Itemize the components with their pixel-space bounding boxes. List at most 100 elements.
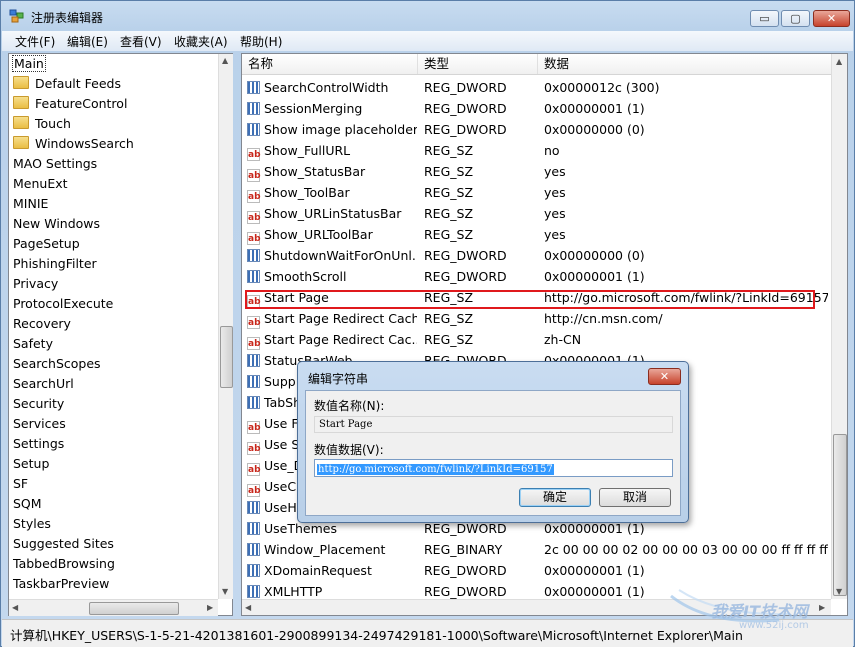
value-name: UseThemes bbox=[264, 521, 337, 536]
tree-item[interactable]: New Windows bbox=[13, 214, 100, 234]
table-row[interactable]: Show image placeholders REG_DWORD 0x000000… bbox=[242, 119, 832, 140]
table-row[interactable]: ab Show_URLToolBar REG_SZ yes bbox=[242, 224, 832, 245]
minimize-button[interactable]: ▭ bbox=[750, 10, 779, 27]
tree-item[interactable]: SF bbox=[13, 474, 28, 494]
dialog-close-button[interactable]: ✕ bbox=[648, 368, 681, 385]
list-vertical-scroll-thumb[interactable] bbox=[833, 434, 847, 596]
scroll-down-arrow-icon[interactable]: ▼ bbox=[222, 587, 228, 596]
tree-item[interactable]: Services bbox=[13, 414, 66, 434]
table-row[interactable]: ab Show_ToolBar REG_SZ yes bbox=[242, 182, 832, 203]
table-row[interactable]: SessionMerging REG_DWORD 0x00000001 (1) bbox=[242, 98, 832, 119]
scroll-left-arrow-icon[interactable]: ◀ bbox=[12, 603, 18, 612]
title-bar[interactable]: 注册表编辑器 ▭ ▢ ✕ bbox=[1, 1, 854, 31]
tree-item[interactable]: WindowsSearch bbox=[13, 134, 134, 154]
tree-item[interactable]: Touch bbox=[13, 114, 71, 134]
tree-item-label: New Windows bbox=[13, 216, 101, 231]
tree-item[interactable]: Setup bbox=[13, 454, 49, 474]
values-list-pane[interactable]: 名称 类型 数据 SearchControlWidth REG_DWORD 0x00… bbox=[241, 53, 848, 616]
regedit-app-icon bbox=[9, 9, 24, 23]
tree-item[interactable]: SearchScopes bbox=[13, 354, 101, 374]
dialog-body: 数值名称(N): Start Page 数值数据(V): http://go.m… bbox=[305, 390, 681, 516]
tree-item[interactable]: PhishingFilter bbox=[13, 254, 97, 274]
column-header-type[interactable]: 类型 bbox=[418, 54, 538, 74]
regedit-window: 注册表编辑器 ▭ ▢ ✕ 文件(F) 编辑(E) 查看(V) 收藏夹(A) 帮助… bbox=[0, 0, 855, 647]
maximize-button[interactable]: ▢ bbox=[781, 10, 810, 27]
tree-item[interactable]: Main bbox=[12, 54, 46, 74]
folder-icon bbox=[13, 76, 29, 89]
tree-item[interactable]: PageSetup bbox=[13, 234, 80, 254]
tree-vertical-scrollbar[interactable]: ▲ ▼ bbox=[218, 54, 233, 599]
scroll-up-arrow-icon[interactable]: ▲ bbox=[836, 57, 842, 66]
table-row[interactable]: XDomainRequest REG_DWORD 0x00000001 (1) bbox=[242, 560, 832, 581]
value-name: TabSh bbox=[264, 395, 302, 410]
table-row[interactable]: ab Show_URLinStatusBar REG_SZ yes bbox=[242, 203, 832, 224]
table-row[interactable]: ab Start Page Redirect Cache REG_SZ http://… bbox=[242, 308, 832, 329]
value-type-cell: REG_DWORD bbox=[424, 248, 507, 263]
list-vertical-scrollbar[interactable]: ▲ ▼ bbox=[831, 54, 847, 599]
column-header-data[interactable]: 数据 bbox=[538, 54, 832, 74]
value-name-cell: ab Start Page Redirect Cac... bbox=[247, 329, 417, 350]
menu-favorites[interactable]: 收藏夹(A) bbox=[174, 33, 228, 50]
binary-value-icon bbox=[247, 102, 260, 115]
tree-horizontal-scroll-thumb[interactable] bbox=[89, 602, 179, 615]
tree-vertical-scroll-thumb[interactable] bbox=[220, 326, 233, 388]
table-row[interactable]: SearchControlWidth REG_DWORD 0x0000012c (3… bbox=[242, 77, 832, 98]
tree-item[interactable]: SearchUrl bbox=[13, 374, 74, 394]
tree-item[interactable]: MAO Settings bbox=[13, 154, 97, 174]
tree-item-label: MINIE bbox=[13, 196, 49, 211]
scroll-left-arrow-icon[interactable]: ◀ bbox=[245, 603, 251, 612]
string-value-icon: ab bbox=[247, 169, 261, 182]
value-data-cell: no bbox=[544, 143, 560, 158]
tree-item[interactable]: Settings bbox=[13, 434, 64, 454]
tree-item[interactable]: Default Feeds bbox=[13, 74, 121, 94]
close-button[interactable]: ✕ bbox=[813, 10, 850, 27]
tree-item[interactable]: SQM bbox=[13, 494, 42, 514]
table-row[interactable]: ab Show_StatusBar REG_SZ yes bbox=[242, 161, 832, 182]
column-header-name[interactable]: 名称 bbox=[242, 54, 418, 74]
value-name-label: 数值名称(N): bbox=[314, 399, 385, 413]
tree-item[interactable]: Privacy bbox=[13, 274, 58, 294]
tree-item[interactable]: MenuExt bbox=[13, 174, 68, 194]
scroll-up-arrow-icon[interactable]: ▲ bbox=[222, 56, 228, 65]
tree-item[interactable]: Styles bbox=[13, 514, 51, 534]
tree-horizontal-scrollbar[interactable]: ◀ ▶ bbox=[9, 599, 218, 616]
menu-file[interactable]: 文件(F) bbox=[15, 33, 55, 50]
value-name-cell: XDomainRequest bbox=[247, 560, 417, 581]
menu-view[interactable]: 查看(V) bbox=[120, 33, 162, 50]
menu-help[interactable]: 帮助(H) bbox=[240, 33, 282, 50]
string-value-icon: ab bbox=[247, 232, 261, 245]
value-data-cell: 0x00000000 (0) bbox=[544, 122, 645, 137]
value-name-cell: ab Start Page Redirect Cache bbox=[247, 308, 417, 329]
tree-item-label: Recovery bbox=[13, 316, 71, 331]
tree-item[interactable]: TaskbarPreview bbox=[13, 574, 109, 594]
table-row[interactable]: Window_Placement REG_BINARY 2c 00 00 00 02… bbox=[242, 539, 832, 560]
value-name: Show_URLinStatusBar bbox=[264, 206, 402, 221]
tree-item[interactable]: FeatureControl bbox=[13, 94, 127, 114]
table-row[interactable]: SmoothScroll REG_DWORD 0x00000001 (1) bbox=[242, 266, 832, 287]
tree-item-label: Suggested Sites bbox=[13, 536, 114, 551]
key-tree-pane[interactable]: Main Default Feeds FeatureControl Touch Wind… bbox=[8, 53, 233, 616]
value-name-cell: SessionMerging bbox=[247, 98, 417, 119]
value-name-cell: Window_Placement bbox=[247, 539, 417, 560]
value-name: Show_StatusBar bbox=[264, 164, 366, 179]
cancel-button[interactable]: 取消 bbox=[599, 488, 671, 507]
table-row[interactable]: ab Show_FullURL REG_SZ no bbox=[242, 140, 832, 161]
value-data-input[interactable]: http://go.microsoft.com/fwlink/?LinkId=6… bbox=[314, 459, 673, 477]
value-name: UseCl bbox=[264, 479, 300, 494]
tree-item[interactable]: Suggested Sites bbox=[13, 534, 114, 554]
ok-button[interactable]: 确定 bbox=[519, 488, 591, 507]
tree-item[interactable]: Recovery bbox=[13, 314, 71, 334]
menu-edit[interactable]: 编辑(E) bbox=[67, 33, 108, 50]
value-name-cell: ShutdownWaitForOnUnl... bbox=[247, 245, 417, 266]
tree-item[interactable]: MINIE bbox=[13, 194, 48, 214]
value-data-cell: 0x00000001 (1) bbox=[544, 563, 645, 578]
tree-item-label: WindowsSearch bbox=[35, 136, 134, 151]
tree-item[interactable]: TabbedBrowsing bbox=[13, 554, 115, 574]
scroll-right-arrow-icon[interactable]: ▶ bbox=[207, 603, 213, 612]
tree-item[interactable]: ProtocolExecute bbox=[13, 294, 113, 314]
value-name: SessionMerging bbox=[264, 101, 363, 116]
tree-item[interactable]: Safety bbox=[13, 334, 53, 354]
tree-item[interactable]: Security bbox=[13, 394, 64, 414]
table-row[interactable]: ShutdownWaitForOnUnl... REG_DWORD 0x000000… bbox=[242, 245, 832, 266]
table-row[interactable]: ab Start Page Redirect Cac... REG_SZ zh-CN bbox=[242, 329, 832, 350]
